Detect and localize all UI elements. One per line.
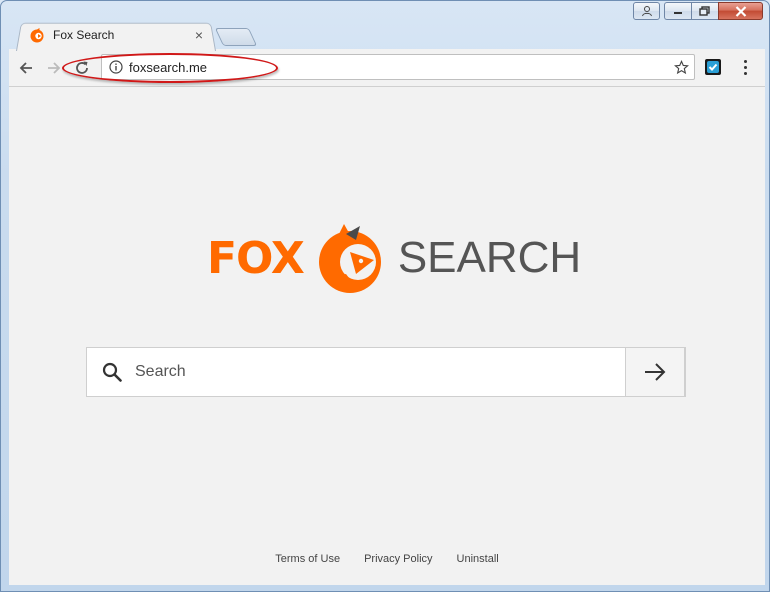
page-content: FOX SEARCH Search Terms of Use Privacy P…: [9, 87, 765, 585]
fox-favicon-icon: [30, 28, 44, 43]
search-input[interactable]: [133, 362, 617, 382]
magnifier-icon: [102, 362, 122, 382]
star-icon[interactable]: [672, 58, 690, 76]
search-submit-button[interactable]: [625, 347, 685, 397]
minimize-icon: [674, 12, 682, 14]
new-tab-button[interactable]: [214, 28, 258, 46]
browser-window: Fox Search × foxsearch.me FOX SEARCH Sea…: [0, 0, 770, 592]
privacy-policy-link[interactable]: Privacy Policy: [364, 553, 432, 565]
close-icon: [735, 5, 746, 17]
maximize-button[interactable]: [691, 2, 718, 20]
tab-title: Fox Search: [53, 28, 115, 42]
extension-icon[interactable]: [705, 59, 721, 75]
arrow-right-icon: [48, 62, 61, 74]
close-window-button[interactable]: [718, 2, 763, 20]
tab-close-button[interactable]: ×: [191, 27, 207, 43]
arrow-right-icon: [645, 363, 666, 381]
fox-search-logo: FOX SEARCH: [207, 222, 581, 294]
uninstall-link[interactable]: Uninstall: [457, 553, 499, 565]
user-profile-button[interactable]: [633, 2, 660, 20]
fox-logo-icon: [318, 224, 381, 293]
kebab-menu-icon[interactable]: [737, 58, 753, 76]
minimize-button[interactable]: [664, 2, 691, 20]
footer-links: Terms of Use Privacy Policy Uninstall: [9, 553, 765, 565]
window-controls: [633, 2, 763, 20]
search-bar: [86, 347, 686, 397]
back-button[interactable]: [15, 57, 37, 79]
restore-icon: [699, 6, 710, 16]
arrow-left-icon: [19, 62, 32, 74]
logo-search-text: SEARCH: [397, 233, 582, 282]
terms-of-use-link[interactable]: Terms of Use: [275, 553, 340, 565]
user-icon: [641, 6, 652, 17]
logo-fox-text: FOX: [207, 232, 305, 284]
url-highlight-annotation: [62, 53, 278, 83]
browser-tab-content[interactable]: Fox Search ×: [29, 25, 209, 45]
